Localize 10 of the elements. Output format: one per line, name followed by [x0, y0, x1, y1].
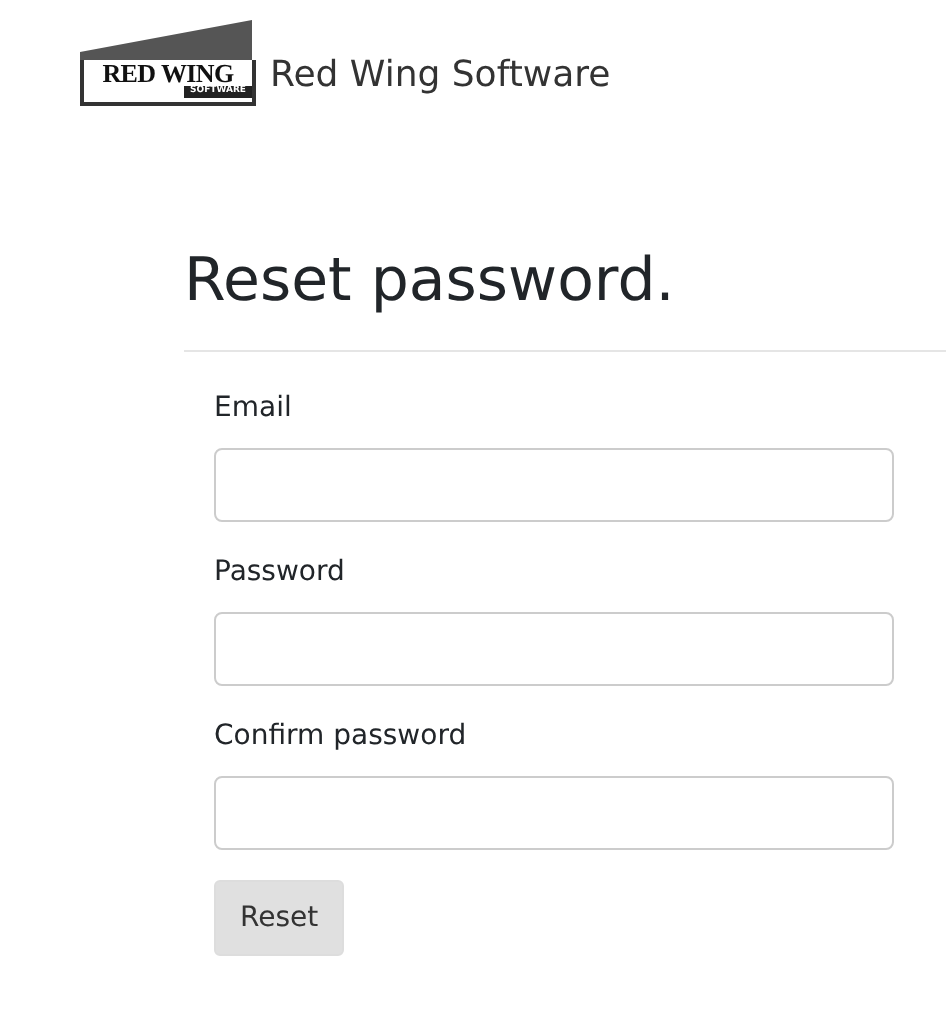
field-label: Confirm password [214, 718, 469, 756]
field-label: Password [214, 554, 347, 592]
brand-name[interactable]: Red Wing Software [270, 54, 611, 98]
page-heading: Reset password. [184, 246, 677, 318]
reset-button[interactable]: Reset [214, 880, 345, 956]
field-label: Email [214, 390, 294, 428]
input-field[interactable] [214, 612, 894, 686]
logo-wordmark: RED WING [102, 60, 234, 86]
input-field[interactable] [214, 776, 894, 850]
input-field[interactable] [214, 448, 894, 522]
